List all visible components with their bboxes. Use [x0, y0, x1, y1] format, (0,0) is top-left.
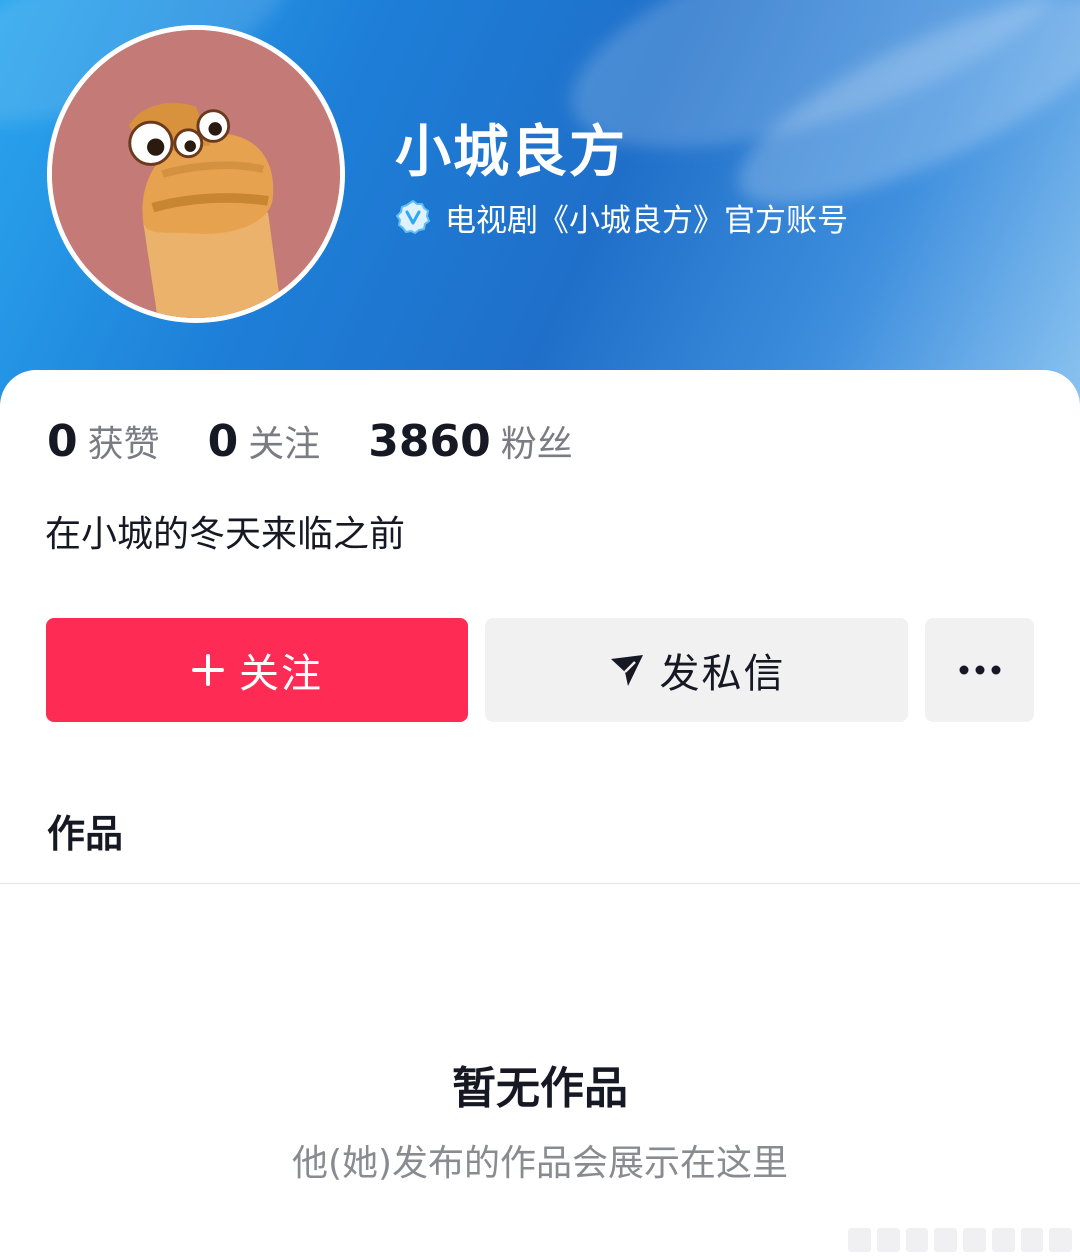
- send-icon: [610, 655, 643, 686]
- stat-following-label: 关注: [248, 424, 321, 465]
- verification-text: 电视剧《小城良方》官方账号: [445, 202, 848, 239]
- message-button[interactable]: 发私信: [485, 618, 908, 722]
- profile-bio: 在小城的冬天来临之前: [45, 514, 406, 555]
- tab-works[interactable]: 作品: [47, 803, 123, 858]
- stat-following[interactable]: 0 关注: [208, 415, 321, 467]
- verification-row: 电视剧《小城良方》官方账号: [395, 197, 848, 239]
- stat-followers[interactable]: 3860 粉丝: [368, 415, 572, 467]
- avatar[interactable]: [47, 25, 345, 323]
- stat-likes[interactable]: 0 获赞: [47, 415, 160, 467]
- more-options-button[interactable]: [925, 618, 1034, 722]
- stat-likes-count: 0: [47, 416, 78, 467]
- watermark: [848, 1228, 1072, 1252]
- message-button-label: 发私信: [659, 651, 786, 697]
- plus-icon: [192, 654, 224, 686]
- follow-button[interactable]: 关注: [46, 618, 468, 722]
- stat-followers-label: 粉丝: [500, 424, 573, 465]
- avatar-illustration: [52, 30, 340, 318]
- empty-state-description: 他(她)发布的作品会展示在这里: [291, 1143, 789, 1184]
- profile-name: 小城良方: [395, 120, 627, 185]
- empty-state-title: 暂无作品: [452, 1063, 628, 1114]
- stat-likes-label: 获赞: [87, 424, 160, 465]
- stat-following-count: 0: [207, 416, 239, 467]
- verified-badge-icon: [395, 199, 431, 235]
- stat-followers-count: 3860: [368, 416, 491, 467]
- tab-divider: [0, 883, 1080, 884]
- profile-card: [0, 370, 1080, 1258]
- follow-button-label: 关注: [239, 651, 323, 697]
- stats-row: 0 获赞 0 关注 3860 粉丝: [47, 415, 621, 475]
- more-dots-icon: [959, 665, 1000, 675]
